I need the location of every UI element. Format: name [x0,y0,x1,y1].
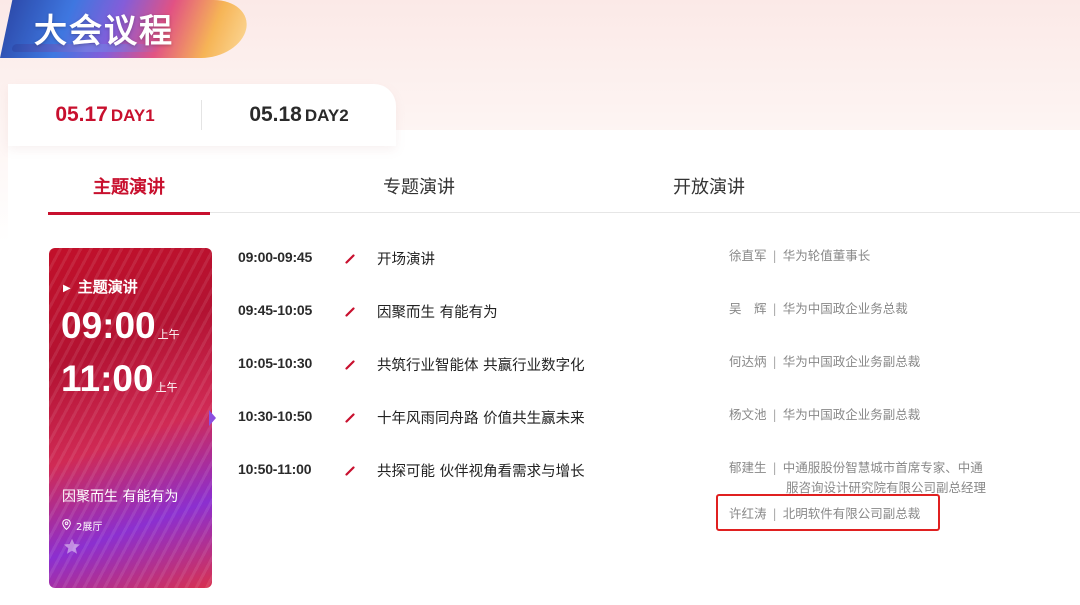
session-location: 2展厅 [62,518,102,533]
slash-icon [345,250,355,269]
session-start-time: 09:00 上午 [61,305,180,347]
session-card[interactable]: ▶ 主题演讲 09:00 上午 11:00 上午 因聚而生 有能有为 2展厅 [49,248,212,588]
session-card-pointer [209,410,216,426]
page-title: 大会议程 [34,11,174,50]
start-time-value: 09:00 [61,305,156,346]
speaker-separator: | [772,460,777,475]
active-tab-underline [48,212,210,215]
speaker-separator: | [772,407,777,422]
location-text: 2展厅 [76,522,103,533]
tab-label: 开放演讲 [673,177,745,198]
speaker: 吴 辉 | 华为中国政企业务总裁 [729,299,908,319]
end-time-value: 11:00 [61,358,154,399]
agenda-time: 09:00-09:45 [238,249,313,265]
agenda-time: 10:05-10:30 [238,355,313,371]
agenda-row: 10:50-11:00 共探可能 伙伴视角看需求与增长 郁建生 | 中通服股份智慧城… [238,458,1078,541]
slash-icon [345,409,355,428]
agenda-topic: 开场演讲 [377,252,435,268]
day-tab-date: 05.18 [249,103,302,126]
tab-label: 专题演讲 [383,177,455,198]
session-card-label: ▶ 主题演讲 [63,276,138,297]
tab-special-talks[interactable]: 专题演讲 [338,173,500,199]
favorite-star-icon[interactable] [63,538,81,559]
speaker-name: 徐直军 [729,248,767,263]
location-pin-icon [62,518,71,533]
tab-label: 主题演讲 [93,177,165,198]
session-card-label-text: 主题演讲 [77,278,138,296]
speaker: 徐直军 | 华为轮值董事长 [729,246,870,266]
speaker-separator: | [772,354,777,369]
speaker-title: 华为中国政企业务副总裁 [782,354,921,369]
agenda-time: 10:50-11:00 [238,461,312,477]
agenda-topic: 共筑行业智能体 共赢行业数字化 [377,358,585,374]
speaker-name: 郁建生 [729,460,767,475]
tab-keynote[interactable]: 主题演讲 [48,173,210,215]
agenda-topic: 十年风雨同舟路 价值共生赢未来 [377,411,585,427]
day-tab-2[interactable]: 05.18 DAY2 [202,103,396,127]
speaker-name: 杨文池 [729,407,767,422]
day-tab-day: DAY1 [110,106,155,125]
speaker: 何达炳 | 华为中国政企业务副总裁 [729,352,920,372]
session-end-time: 11:00 上午 [61,358,178,400]
day-tab-day: DAY2 [304,106,349,125]
session-card-topic: 因聚而生 有能有为 [62,489,179,505]
speaker-name: 吴 辉 [729,301,767,316]
speaker-title: 华为中国政企业务总裁 [782,301,908,316]
speaker-title: 华为中国政企业务副总裁 [782,407,921,422]
speaker-title: 华为轮值董事长 [782,248,871,263]
speaker-name: 何达炳 [729,354,767,369]
agenda-row: 09:00-09:45 开场演讲 徐直军 | 华为轮值董事长 [238,246,1078,289]
agenda-time: 09:45-10:05 [238,302,313,318]
end-time-ampm: 上午 [155,382,178,394]
divider [201,100,202,130]
speaker-title: 中通服股份智慧城市首席专家、中通 [782,460,983,475]
agenda-row: 09:45-10:05 因聚而生 有能有为 吴 辉 | 华为中国政企业务总裁 [238,299,1078,342]
agenda-topic: 因聚而生 有能有为 [377,305,498,321]
speaker-title-continued: 服咨询设计研究院有限公司副总经理 [786,480,987,495]
slash-icon [345,303,355,322]
tab-open-talks[interactable]: 开放演讲 [628,173,790,199]
speaker-separator: | [772,301,777,316]
day-tab-date: 05.17 [55,103,108,126]
day-tab-1[interactable]: 05.17 DAY1 [8,103,202,127]
start-time-ampm: 上午 [157,329,180,341]
day-tabs: 05.17 DAY1 05.18 DAY2 [8,84,396,146]
agenda-time: 10:30-10:50 [238,408,313,424]
agenda-topic: 共探可能 伙伴视角看需求与增长 [377,464,585,480]
slash-icon [345,462,355,481]
agenda-row: 10:30-10:50 十年风雨同舟路 价值共生赢未来 杨文池 | 华为中国政企业务… [238,405,1078,448]
speaker: 郁建生 | 中通服股份智慧城市首席专家、中通 服咨询设计研究院有限公司副总经理 [729,458,999,498]
highlight-box [716,494,940,531]
speaker: 杨文池 | 华为中国政企业务副总裁 [729,405,920,425]
speaker-separator: | [772,248,777,263]
agenda-row: 10:05-10:30 共筑行业智能体 共赢行业数字化 何达炳 | 华为中国政企业务… [238,352,1078,395]
session-tabs: 主题演讲 专题演讲 开放演讲 [48,160,1080,215]
caret-right-icon: ▶ [63,283,71,294]
slash-icon [345,356,355,375]
